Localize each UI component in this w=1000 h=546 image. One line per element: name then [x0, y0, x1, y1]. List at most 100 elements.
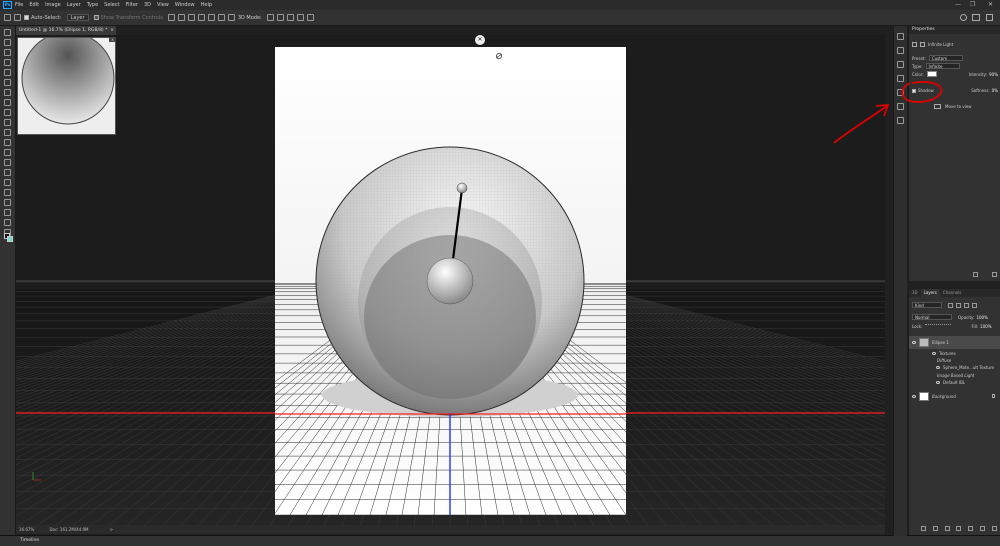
properties-header[interactable]: Properties — [909, 26, 1000, 34]
zoom-tool-icon[interactable] — [4, 219, 11, 226]
move-tool-icon[interactable] — [14, 14, 21, 21]
hand-tool-icon[interactable] — [4, 209, 11, 216]
eyedropper-tool-icon[interactable] — [4, 79, 11, 86]
light-color-swatch[interactable] — [926, 71, 937, 77]
menu-view[interactable]: View — [157, 2, 169, 8]
timeline-panel-tab[interactable]: Timeline — [0, 535, 1000, 546]
document-canvas[interactable] — [275, 47, 626, 515]
shadow-checkbox[interactable] — [912, 88, 916, 93]
transform-controls-checkbox[interactable] — [93, 15, 99, 20]
scale-3d-icon[interactable] — [306, 14, 314, 21]
align-left-icon[interactable] — [197, 14, 205, 21]
link-layers-icon[interactable] — [921, 526, 926, 531]
move-to-view-label[interactable]: Move to view — [945, 104, 972, 109]
character-panel-icon[interactable] — [897, 89, 904, 96]
share-icon[interactable] — [986, 14, 993, 21]
fill-value[interactable]: 100% — [980, 324, 991, 329]
adjustment-layer-icon[interactable] — [956, 526, 962, 531]
menu-edit[interactable]: Edit — [29, 2, 39, 8]
auto-select-checkbox[interactable] — [24, 15, 29, 20]
search-icon[interactable] — [960, 14, 967, 21]
menu-file[interactable]: File — [15, 2, 23, 8]
lasso-tool-icon[interactable] — [4, 49, 11, 56]
background-color-swatch[interactable] — [7, 236, 13, 242]
type-filter-icon[interactable] — [964, 302, 969, 308]
align-vcenter-icon[interactable] — [177, 14, 185, 21]
tab-channels[interactable]: Channels — [940, 289, 965, 297]
secondary-view-close[interactable]: x — [109, 37, 116, 42]
3d-view-close-widget[interactable]: ✕ — [475, 35, 485, 45]
menu-help[interactable]: Help — [201, 2, 212, 8]
group-icon[interactable] — [968, 526, 974, 531]
3d-secondary-view[interactable] — [17, 37, 116, 135]
brush-settings-icon[interactable] — [897, 47, 904, 54]
adjustment-filter-icon[interactable] — [956, 302, 961, 308]
menu-type[interactable]: Type — [87, 2, 98, 8]
menu-layer[interactable]: Layer — [67, 2, 81, 8]
properties-panel-icon[interactable] — [897, 75, 904, 82]
minimize-button[interactable]: — — [955, 1, 961, 8]
gradient-tool-icon[interactable] — [4, 139, 11, 146]
visibility-eye-icon[interactable] — [912, 341, 916, 344]
menu-select[interactable]: Select — [104, 2, 119, 8]
type-tool-icon[interactable] — [4, 179, 11, 186]
blur-tool-icon[interactable] — [4, 149, 11, 156]
preset-dropdown[interactable]: Custom — [928, 55, 963, 61]
more-options-icon[interactable] — [227, 14, 235, 21]
slide-3d-icon[interactable] — [296, 14, 304, 21]
layer-row-sphere-texture[interactable]: Sphere_Mate...ult Texture — [909, 365, 1000, 370]
transform-controls-toggle[interactable]: Show Transform Controls — [93, 15, 163, 21]
align-bottom-icon[interactable] — [187, 14, 195, 21]
tool-presets-icon[interactable] — [897, 103, 904, 110]
auto-select-target-dropdown[interactable]: Layer — [66, 14, 89, 21]
home-icon[interactable] — [4, 14, 11, 21]
visibility-eye-icon[interactable] — [912, 394, 916, 398]
opacity-value[interactable]: 100% — [976, 315, 987, 320]
align-right-icon[interactable] — [217, 14, 225, 21]
brush-tool-icon[interactable] — [4, 99, 11, 106]
history-panel-icon[interactable] — [897, 33, 904, 40]
blend-mode-dropdown[interactable]: Normal — [912, 314, 952, 320]
lock-icons[interactable] — [925, 324, 952, 329]
quick-select-tool-icon[interactable] — [4, 59, 11, 66]
auto-select-toggle[interactable]: Auto-Select: — [24, 15, 62, 21]
eraser-tool-icon[interactable] — [4, 129, 11, 136]
path-select-tool-icon[interactable] — [4, 189, 11, 196]
adjustments-panel-icon[interactable] — [897, 61, 904, 68]
workspace-icon[interactable] — [972, 14, 980, 21]
dodge-tool-icon[interactable] — [4, 159, 11, 166]
softness-value[interactable]: 0% — [992, 88, 998, 93]
layer-mask-icon[interactable] — [944, 526, 950, 531]
healing-tool-icon[interactable] — [4, 89, 11, 96]
status-menu-arrow[interactable]: > — [110, 527, 113, 532]
visibility-eye-icon[interactable] — [936, 366, 940, 369]
lock-icon[interactable] — [992, 394, 995, 398]
move-tool-icon[interactable] — [4, 29, 11, 36]
layer-row-ellipse[interactable]: Ellipse 1 — [909, 336, 1000, 349]
zoom-level[interactable]: 16.67% — [19, 527, 34, 532]
tab-3d[interactable]: 3D — [909, 289, 921, 297]
layer-style-icon[interactable] — [932, 526, 938, 531]
intensity-value[interactable]: 90% — [989, 72, 998, 77]
filter-icon[interactable] — [912, 42, 917, 47]
align-top-icon[interactable] — [167, 14, 175, 21]
layer-kind-filter[interactable]: Kind — [912, 302, 942, 308]
type-dropdown[interactable]: Infinite — [925, 63, 960, 69]
tab-layers[interactable]: Layers — [920, 289, 940, 297]
document-tab[interactable]: Untitled-1 @ 16.7% (Ellipse 1, RGB/8) * … — [16, 26, 116, 35]
roll-3d-icon[interactable] — [276, 14, 284, 21]
history-brush-icon[interactable] — [4, 119, 11, 126]
pan-3d-icon[interactable] — [286, 14, 294, 21]
visibility-eye-icon[interactable] — [932, 352, 936, 355]
shape-filter-icon[interactable] — [972, 302, 977, 308]
shape-tool-icon[interactable] — [4, 199, 11, 206]
menu-image[interactable]: Image — [45, 2, 61, 8]
trash-icon[interactable] — [991, 526, 997, 531]
close-window-button[interactable]: ✕ — [988, 1, 993, 8]
document-tab-close[interactable]: × — [110, 26, 114, 35]
move-to-view-icon[interactable] — [934, 104, 941, 109]
pen-tool-icon[interactable] — [4, 169, 11, 176]
visibility-eye-icon[interactable] — [936, 381, 940, 384]
layer-row-default-ibl[interactable]: Default IBL — [909, 380, 1000, 385]
maximize-button[interactable]: ❐ — [970, 1, 975, 8]
